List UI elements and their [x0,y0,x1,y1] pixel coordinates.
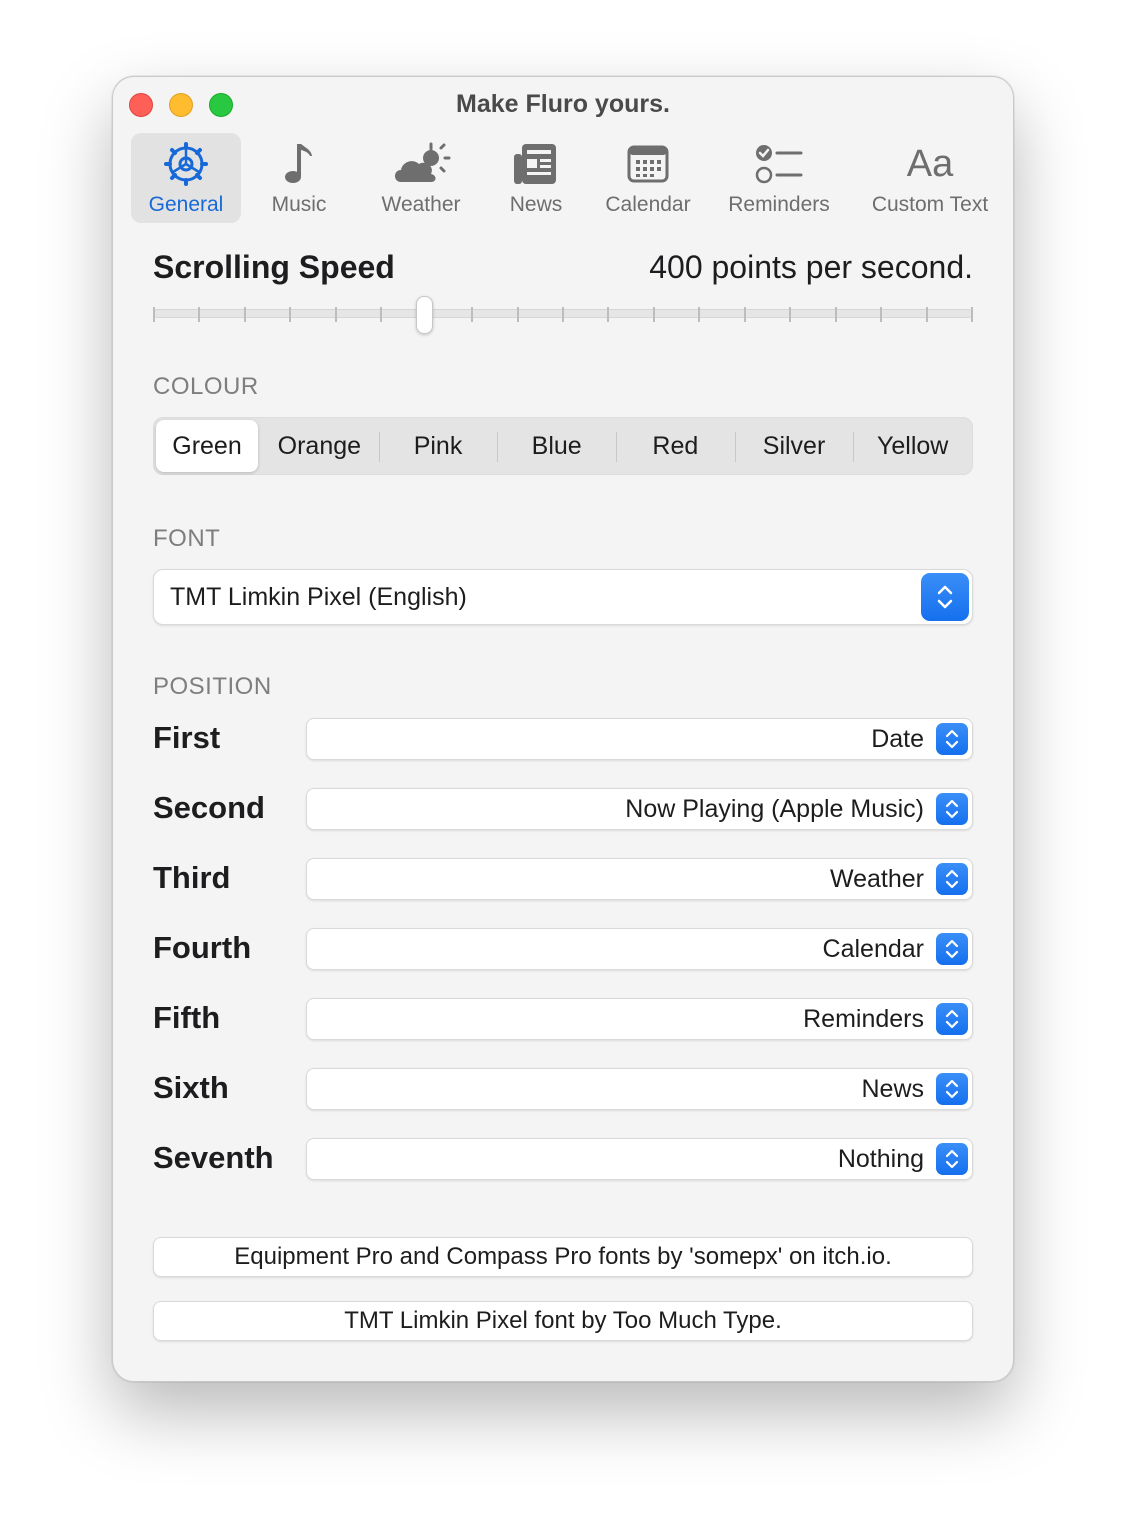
tab-music-label: Music [271,193,327,216]
position-label: Sixth [153,1070,229,1105]
position-value: Calendar [822,935,924,963]
position-row-sixth: Sixth News [153,1068,973,1110]
newspaper-icon [512,139,560,189]
credit-button-somepx[interactable]: Equipment Pro and Compass Pro fonts by '… [153,1237,973,1277]
font-popup-value: TMT Limkin Pixel (English) [170,583,467,611]
colour-section-label: COLOUR [153,373,259,400]
preferences-toolbar: General Music Weather News Calendar Remi… [131,133,995,223]
position-label: Fourth [153,930,252,965]
position-row-first: First Date [153,718,973,760]
updown-chevron-icon[interactable] [936,793,968,825]
position-popup-fourth[interactable]: Calendar [306,928,973,970]
font-popup[interactable]: TMT Limkin Pixel (English) [153,569,973,625]
slider-tick [698,307,701,322]
music-note-icon [282,139,316,189]
position-popup-first[interactable]: Date [306,718,973,760]
position-label: Third [153,860,231,895]
slider-tick [607,307,610,322]
slider-tick [380,307,383,322]
colour-segmented-control[interactable]: Green Orange Pink Blue Red Silver Yellow [153,417,973,475]
tab-custom-text-label: Custom Text [871,193,989,216]
position-popup-sixth[interactable]: News [306,1068,973,1110]
position-label: Second [153,790,265,825]
slider-tick [743,307,746,322]
position-value: Nothing [837,1145,924,1173]
window-title: Make Fluro yours. [456,90,670,118]
updown-chevron-icon[interactable] [921,573,969,621]
font-section-label: FONT [153,525,221,552]
position-row-seventh: Seventh Nothing [153,1138,973,1180]
position-value: Now Playing (Apple Music) [625,795,924,823]
position-row-second: Second Now Playing (Apple Music) [153,788,973,830]
updown-chevron-icon[interactable] [936,723,968,755]
updown-chevron-icon[interactable] [936,1073,968,1105]
cloud-sun-icon [391,139,451,189]
updown-chevron-icon[interactable] [936,933,968,965]
position-value: Weather [829,865,924,893]
tab-general[interactable]: General [131,133,241,223]
colour-option-red[interactable]: Red [616,418,735,474]
updown-chevron-icon[interactable] [936,863,968,895]
position-row-fifth: Fifth Reminders [153,998,973,1040]
tab-general-label: General [148,193,224,216]
slider-tick [971,307,973,322]
tab-calendar[interactable]: Calendar [593,133,703,223]
position-label: First [153,720,221,755]
position-popup-second[interactable]: Now Playing (Apple Music) [306,788,973,830]
updown-chevron-icon[interactable] [936,1143,968,1175]
tab-reminders[interactable]: Reminders [715,133,843,223]
slider-tick [880,307,883,322]
position-popup-seventh[interactable]: Nothing [306,1138,973,1180]
scrolling-speed-slider[interactable] [153,296,973,334]
position-row-third: Third Weather [153,858,973,900]
slider-tick [562,307,564,322]
slider-tick [334,307,337,322]
slider-tick [289,307,292,322]
colour-option-silver[interactable]: Silver [734,418,854,474]
tab-news-label: News [509,193,563,216]
scrolling-speed-title: Scrolling Speed [153,249,395,285]
tab-reminders-label: Reminders [728,193,830,216]
checklist-icon [755,139,803,189]
position-value: Date [871,725,924,753]
colour-option-yellow[interactable]: Yellow [853,418,972,474]
tab-news[interactable]: News [491,133,581,223]
position-value: Reminders [803,1005,924,1033]
tab-weather[interactable]: Weather [365,133,477,223]
updown-chevron-icon[interactable] [936,1003,968,1035]
slider-tick [198,307,201,322]
scrolling-speed-value: 400 points per second. [649,249,973,285]
position-label: Fifth [153,1000,221,1035]
tab-weather-label: Weather [381,193,461,216]
position-popup-fifth[interactable]: Reminders [306,998,973,1040]
text-aa-icon: Aa [906,142,954,185]
calendar-icon [626,139,670,189]
slider-tick [153,307,155,322]
credit-button-too-much-type[interactable]: TMT Limkin Pixel font by Too Much Type. [153,1301,973,1341]
tab-custom-text[interactable]: Aa Custom Text [857,133,1003,223]
slider-tick [789,307,792,322]
slider-tick [516,307,519,322]
colour-option-green[interactable]: Green [156,420,258,472]
position-value: News [861,1075,924,1103]
colour-option-pink[interactable]: Pink [378,418,498,474]
colour-option-blue[interactable]: Blue [497,418,616,474]
slider-tick [925,307,928,322]
slider-tick [652,307,655,322]
slider-tick [834,307,837,322]
position-label: Seventh [153,1140,274,1175]
slider-knob[interactable] [415,296,433,334]
position-popup-third[interactable]: Weather [306,858,973,900]
slider-tick [243,307,246,322]
colour-option-orange[interactable]: Orange [260,418,379,474]
position-section-label: POSITION [153,673,272,700]
tab-music[interactable]: Music [255,133,343,223]
position-row-fourth: Fourth Calendar [153,928,973,970]
slider-tick [471,307,474,322]
preferences-window: Make Fluro yours. General Music Weather … [112,76,1014,1382]
gear-icon [164,139,208,189]
tab-calendar-label: Calendar [605,193,691,216]
